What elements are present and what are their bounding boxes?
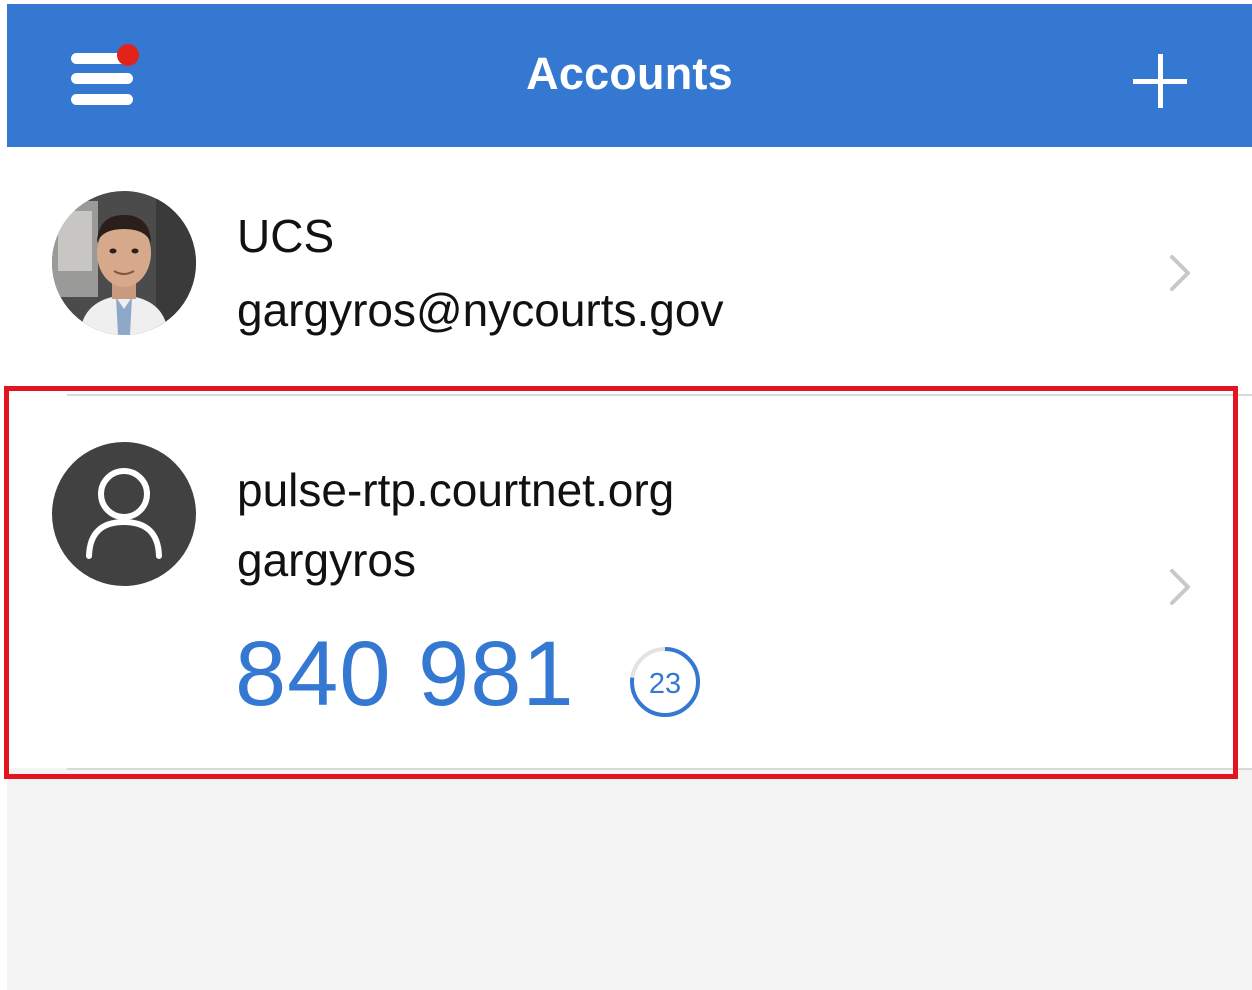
account-name: pulse-rtp.courtnet.org xyxy=(237,464,675,516)
account-row-ucs[interactable]: UCS gargyros@nycourts.gov xyxy=(7,147,1252,396)
avatar xyxy=(52,442,196,586)
chevron-right-icon xyxy=(1170,255,1190,291)
avatar xyxy=(52,191,196,335)
plus-icon xyxy=(1133,54,1187,108)
one-time-password-code[interactable]: 840 981 xyxy=(235,622,575,727)
countdown-timer: 23 xyxy=(630,647,700,717)
app-screen: Accounts UCS gargyros@nycourts.gov pulse… xyxy=(7,4,1252,990)
empty-list-area xyxy=(7,770,1252,990)
profile-photo xyxy=(52,191,196,335)
account-username: gargyros@nycourts.gov xyxy=(237,284,724,336)
account-name: UCS xyxy=(237,210,335,262)
countdown-seconds: 23 xyxy=(649,668,681,700)
header-bar: Accounts xyxy=(7,4,1252,147)
page-title: Accounts xyxy=(526,48,733,99)
account-row-pulse[interactable]: pulse-rtp.courtnet.org gargyros 840 981 … xyxy=(7,396,1252,768)
add-account-button[interactable] xyxy=(1133,54,1187,108)
account-username: gargyros xyxy=(237,534,416,586)
chevron-right-icon xyxy=(1170,569,1190,605)
default-user-icon xyxy=(86,468,162,559)
